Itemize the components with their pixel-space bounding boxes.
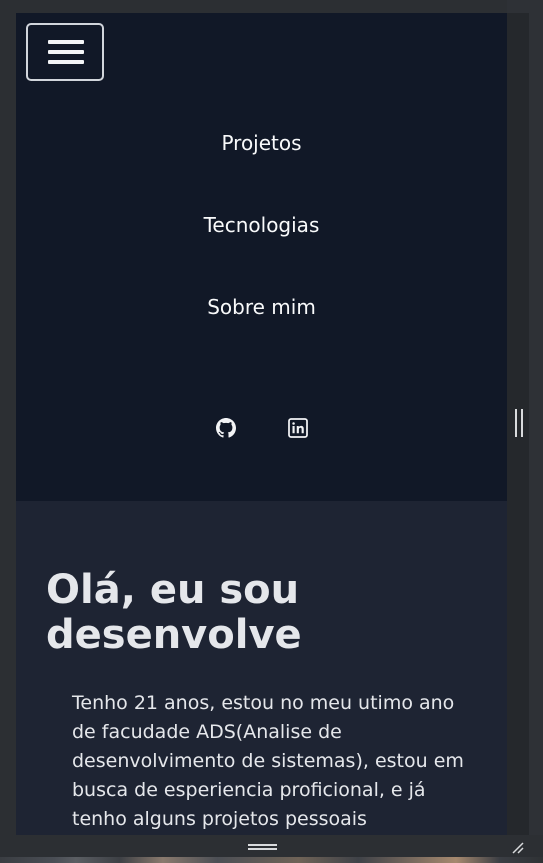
window-frame-left: [0, 0, 16, 863]
window-frame-top: [0, 0, 543, 13]
hamburger-menu-button[interactable]: [26, 23, 104, 81]
mobile-nav-menu: Projetos Tecnologias Sobre mim: [16, 13, 507, 501]
github-link[interactable]: [216, 418, 236, 438]
hamburger-menu-icon: [48, 40, 84, 44]
hero-description: Tenho 21 anos, estou no meu utimo ano de…: [72, 692, 464, 830]
github-icon: [216, 418, 236, 438]
hamburger-menu-icon-bar: [48, 50, 84, 54]
nav-link-tecnologias[interactable]: Tecnologias: [16, 213, 507, 237]
hero-title: Olá, eu sou desenvolve: [46, 567, 302, 658]
linkedin-link[interactable]: [288, 418, 308, 438]
resize-corner-icon[interactable]: [511, 840, 525, 854]
nav-link-projetos[interactable]: Projetos: [16, 131, 507, 155]
hero-section: Olá, eu sou desenvolve Tenho 21 anos, es…: [16, 501, 507, 835]
page-viewport: Projetos Tecnologias Sobre mim Olá, eu s…: [16, 13, 507, 835]
nav-link-sobre-mim[interactable]: Sobre mim: [16, 295, 507, 319]
horizontal-resize-handle[interactable]: [248, 844, 277, 850]
linkedin-icon: [288, 418, 308, 438]
background-image-strip: [0, 857, 543, 863]
hamburger-menu-icon-bar: [48, 60, 84, 64]
vertical-resize-handle[interactable]: [515, 409, 523, 437]
